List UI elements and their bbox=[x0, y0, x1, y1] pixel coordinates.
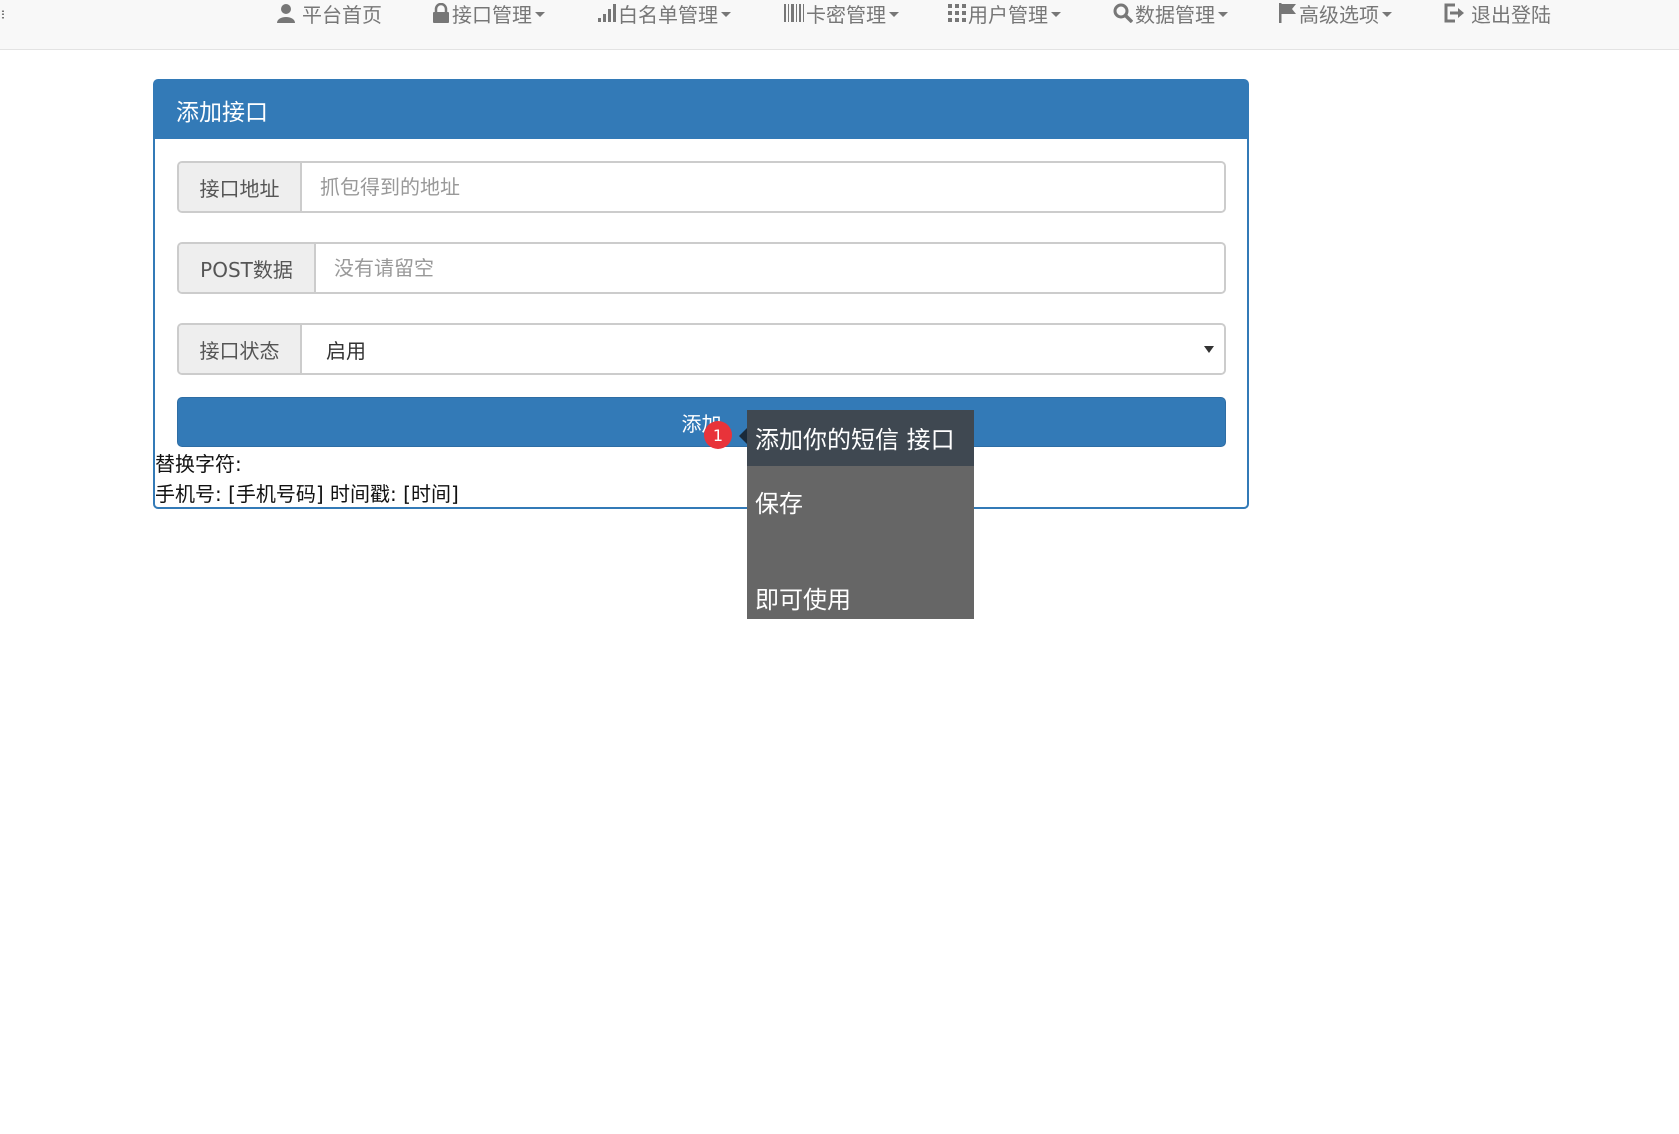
tooltip-line-1: 添加你的短信 接口 bbox=[755, 426, 955, 454]
nav-label-users: 用户管理 bbox=[968, 2, 1048, 27]
logout-icon bbox=[1443, 3, 1465, 23]
api-status-label: 接口状态 bbox=[179, 325, 302, 373]
api-url-label: 接口地址 bbox=[179, 163, 302, 211]
post-data-input[interactable] bbox=[316, 244, 1224, 292]
nav-item-data[interactable]: 数据管理 bbox=[1113, 0, 1228, 27]
tooltip-line-2: 保存 bbox=[755, 490, 803, 518]
navbar-brand-stub: ≡ bbox=[0, 4, 4, 25]
chevron-down-icon bbox=[1382, 11, 1392, 17]
chevron-down-icon bbox=[1218, 11, 1228, 17]
nav-label-whitelist: 白名单管理 bbox=[618, 2, 718, 27]
nav-item-home[interactable]: 平台首页 bbox=[276, 0, 382, 27]
nav-label-data: 数据管理 bbox=[1135, 2, 1215, 27]
nav-label-api: 接口管理 bbox=[452, 2, 532, 27]
top-navbar: ≡ 平台首页 接口管理 白名单管理 卡密管理 bbox=[0, 0, 1679, 50]
nav-item-advanced[interactable]: 高级选项 bbox=[1279, 0, 1392, 27]
flag-icon bbox=[1279, 3, 1297, 23]
grid-icon bbox=[948, 4, 966, 22]
tooltip-arrow bbox=[739, 428, 747, 444]
nav-label-home: 平台首页 bbox=[302, 2, 382, 27]
api-status-select[interactable]: 启用 bbox=[302, 325, 1224, 373]
api-url-group: 接口地址 bbox=[177, 161, 1226, 213]
nav-item-whitelist[interactable]: 白名单管理 bbox=[598, 0, 731, 27]
api-status-group: 接口状态 启用 bbox=[177, 323, 1226, 375]
tooltip-line-3: 即可使用 bbox=[755, 586, 851, 614]
nav-item-users[interactable]: 用户管理 bbox=[948, 0, 1061, 27]
nav-label-advanced: 高级选项 bbox=[1299, 2, 1379, 27]
api-url-input[interactable] bbox=[302, 163, 1224, 211]
replace-chars-label: 替换字符: bbox=[155, 452, 242, 476]
chevron-down-icon bbox=[1051, 11, 1061, 17]
chevron-down-icon bbox=[721, 11, 731, 17]
panel-title: 添加接口 bbox=[155, 81, 1247, 139]
signal-icon bbox=[598, 4, 616, 22]
add-button[interactable]: 添加 bbox=[177, 397, 1226, 447]
post-data-group: POST数据 bbox=[177, 242, 1226, 294]
chevron-down-icon bbox=[535, 11, 545, 17]
guide-tooltip: 添加你的短信 接口 保存 即可使用 bbox=[747, 410, 974, 619]
nav-item-api[interactable]: 接口管理 bbox=[432, 0, 545, 27]
step-badge[interactable]: 1 bbox=[704, 421, 732, 449]
chevron-down-icon bbox=[1204, 345, 1214, 353]
chevron-down-icon bbox=[889, 11, 899, 17]
post-data-label: POST数据 bbox=[179, 244, 316, 292]
add-api-panel: 添加接口 接口地址 POST数据 接口状态 启用 添加 替换字符: 手机号: [… bbox=[153, 79, 1249, 509]
nav-item-logout[interactable]: 退出登陆 bbox=[1443, 0, 1551, 27]
api-status-value: 启用 bbox=[326, 338, 366, 363]
user-icon bbox=[276, 3, 296, 23]
search-icon bbox=[1113, 3, 1133, 23]
replace-chars-example: 手机号: [手机号码] 时间戳: [时间] bbox=[155, 482, 459, 506]
barcode-icon bbox=[784, 4, 804, 22]
nav-label-logout: 退出登陆 bbox=[1471, 2, 1551, 27]
nav-label-cards: 卡密管理 bbox=[806, 2, 886, 27]
nav-item-cards[interactable]: 卡密管理 bbox=[784, 0, 899, 27]
lock-icon bbox=[432, 3, 450, 23]
